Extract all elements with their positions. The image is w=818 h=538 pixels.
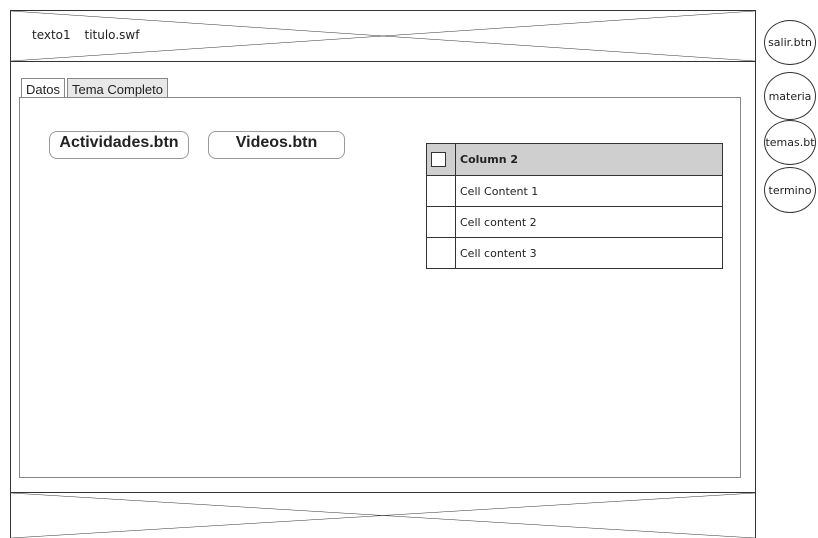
salir-button[interactable]: salir.btn xyxy=(764,20,816,65)
table-cell: Cell content 3 xyxy=(455,237,723,269)
row-select-cell[interactable] xyxy=(426,206,456,238)
header-title-file: titulo.swf xyxy=(84,28,140,42)
header-checkbox-cell xyxy=(426,143,456,176)
row-select-cell[interactable] xyxy=(426,175,456,207)
header-placeholder-banner: texto1 titulo.swf xyxy=(10,10,756,62)
header-text: texto1 titulo.swf xyxy=(32,28,149,42)
column-header[interactable]: Column 2 xyxy=(455,143,723,176)
videos-button[interactable]: Videos.btn xyxy=(208,131,345,159)
temas-button[interactable]: temas.bt xyxy=(764,120,816,165)
tab-datos[interactable]: Datos xyxy=(21,78,65,99)
tab-tema-completo[interactable]: Tema Completo xyxy=(66,78,169,99)
header-text1: texto1 xyxy=(32,28,71,42)
table-row[interactable]: Cell content 2 xyxy=(426,206,723,238)
data-table: Column 2 Cell Content 1 Cell content 2 C… xyxy=(426,143,723,269)
table-cell: Cell Content 1 xyxy=(455,175,723,207)
table-header-row: Column 2 xyxy=(426,143,723,176)
footer-placeholder-banner xyxy=(10,492,756,538)
table-row[interactable]: Cell Content 1 xyxy=(426,175,723,207)
placeholder-cross-graphic xyxy=(11,493,755,538)
actividades-button[interactable]: Actividades.btn xyxy=(49,131,189,159)
termino-button[interactable]: termino xyxy=(764,167,816,213)
table-cell: Cell content 2 xyxy=(455,206,723,238)
materia-button[interactable]: materia xyxy=(764,72,816,120)
select-all-checkbox[interactable] xyxy=(431,152,446,167)
table-row[interactable]: Cell content 3 xyxy=(426,237,723,269)
tab-bar: Datos Tema Completo xyxy=(21,78,170,99)
row-select-cell[interactable] xyxy=(426,237,456,269)
